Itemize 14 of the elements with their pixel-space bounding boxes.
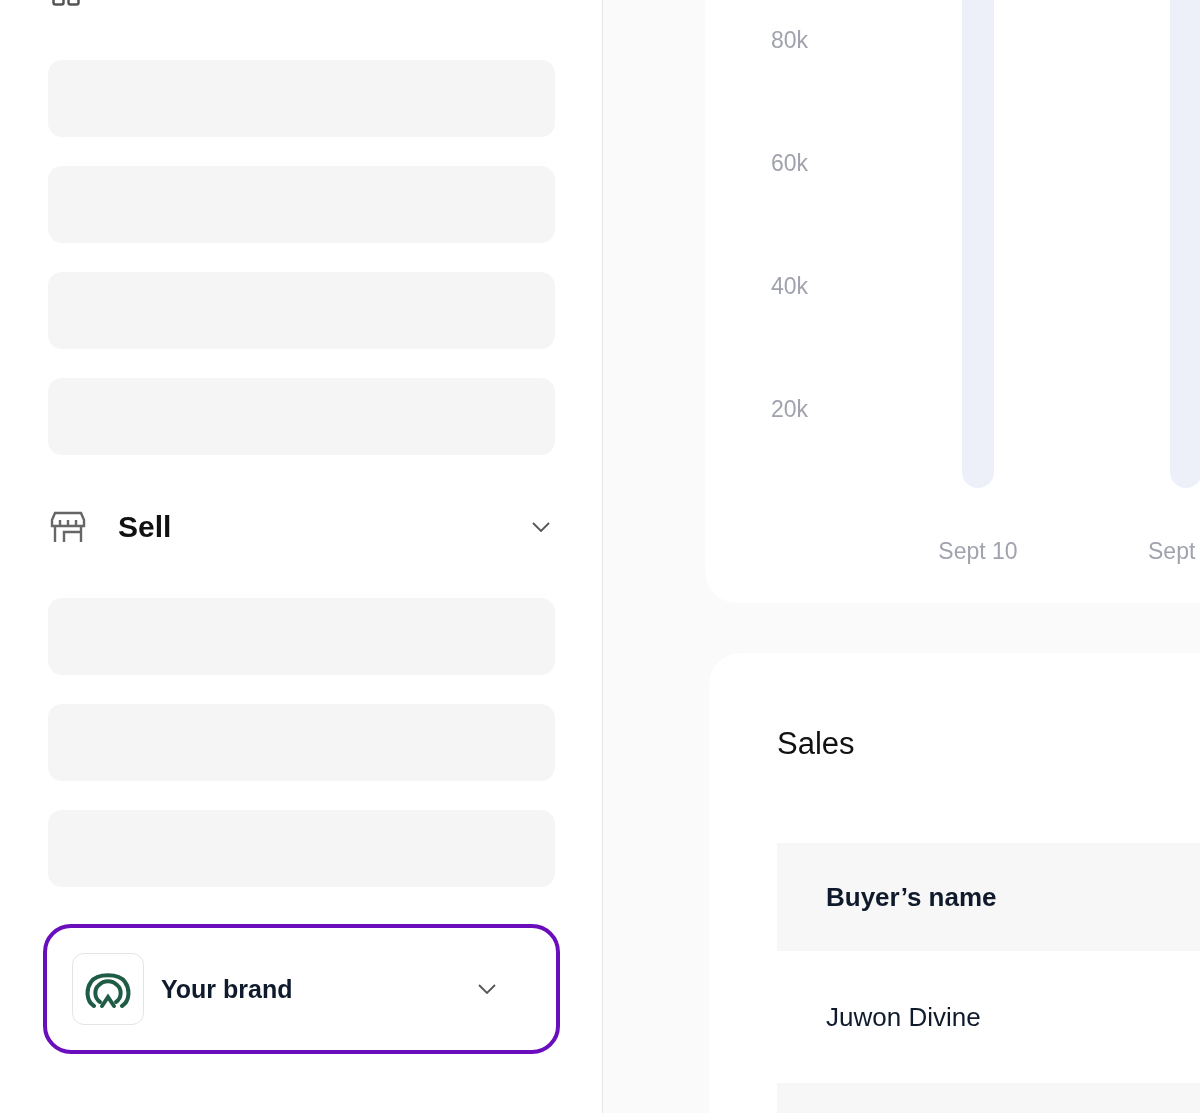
column-header: Buyer’s name [826,881,997,913]
brand-switcher[interactable]: Your brand [43,924,560,1054]
storefront-icon [50,511,86,543]
y-axis-label: 40k [770,273,808,299]
x-axis-label: Sept 10 [938,538,1018,564]
table-cell: Juwon Divine [826,1001,981,1033]
chevron-down-icon [478,984,496,994]
y-axis-label: 80k [770,27,808,53]
x-axis-label: Sept [1148,538,1196,564]
sales-title: Sales [777,725,856,763]
y-axis-label: 60k [770,150,808,176]
chevron-down-icon [532,522,550,532]
y-axis-label: 20k [770,396,808,422]
sell-menu-item[interactable]: Sell [50,497,550,557]
